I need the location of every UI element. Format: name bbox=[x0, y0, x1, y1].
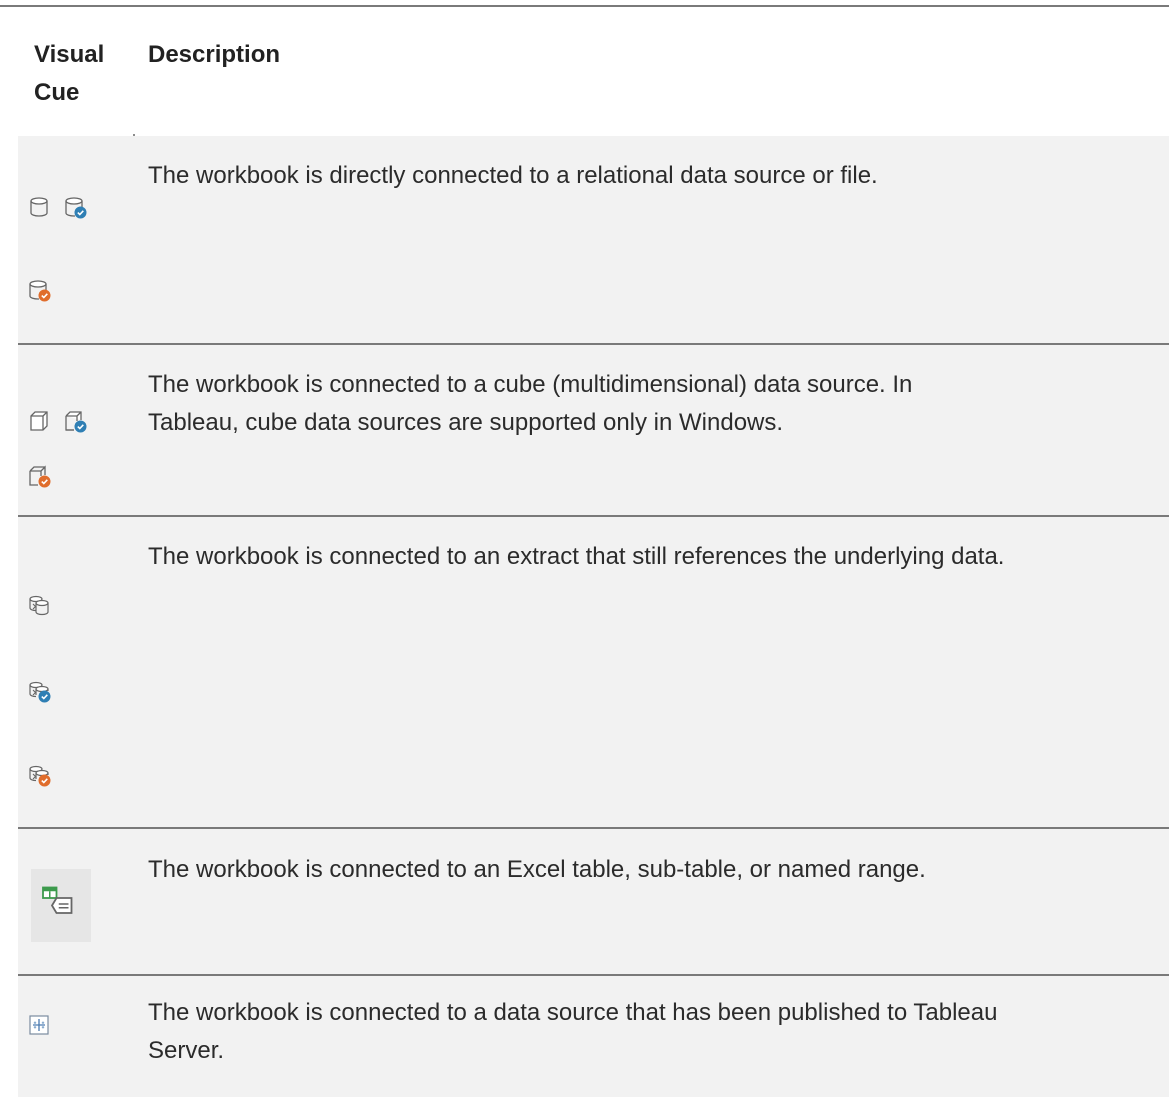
database-orange-check-icon bbox=[27, 278, 51, 302]
table-row: The workbook is connected to an Excel ta… bbox=[18, 829, 1169, 974]
row-description: The workbook is connected to a cube (mul… bbox=[148, 366, 1163, 442]
table-row: The workbook is connected to an extract … bbox=[18, 517, 1169, 827]
table-header: Visual Cue Description bbox=[18, 17, 1169, 134]
database-icon bbox=[27, 195, 51, 219]
row-description-line2: Server. bbox=[148, 1037, 225, 1064]
row-description-line1: The workbook is connected to a cube (mul… bbox=[148, 371, 913, 398]
cube-blue-check-icon bbox=[63, 409, 87, 433]
database-blue-check-icon bbox=[63, 195, 87, 219]
row-description-line1: The workbook is connected to a data sour… bbox=[148, 999, 998, 1026]
table-row: The workbook is connected to a data sour… bbox=[18, 976, 1169, 1097]
header-visual-cue-line1: Visual bbox=[34, 41, 105, 68]
header-description: Description bbox=[148, 41, 281, 68]
table-top-rule bbox=[0, 5, 1169, 7]
table-row: The workbook is connected to a cube (mul… bbox=[18, 345, 1169, 515]
extract-icon bbox=[27, 593, 51, 617]
cube-orange-check-icon bbox=[27, 464, 51, 488]
header-visual-cue: Visual Cue bbox=[34, 36, 104, 112]
tableau-server-icon bbox=[27, 1013, 51, 1037]
row-description: The workbook is connected to an extract … bbox=[148, 543, 1005, 570]
table-row: The workbook is directly connected to a … bbox=[18, 136, 1169, 343]
row-description: The workbook is connected to an Excel ta… bbox=[148, 856, 926, 883]
cube-icon bbox=[27, 409, 51, 433]
extract-orange-check-icon bbox=[27, 763, 51, 787]
row-description: The workbook is connected to a data sour… bbox=[148, 994, 1163, 1070]
row-description: The workbook is directly connected to a … bbox=[148, 162, 878, 189]
excel-table-icon bbox=[31, 869, 91, 942]
extract-blue-check-icon bbox=[27, 679, 51, 703]
row-description-line2: Tableau, cube data sources are supported… bbox=[148, 409, 784, 436]
header-visual-cue-line2: Cue bbox=[34, 79, 80, 106]
